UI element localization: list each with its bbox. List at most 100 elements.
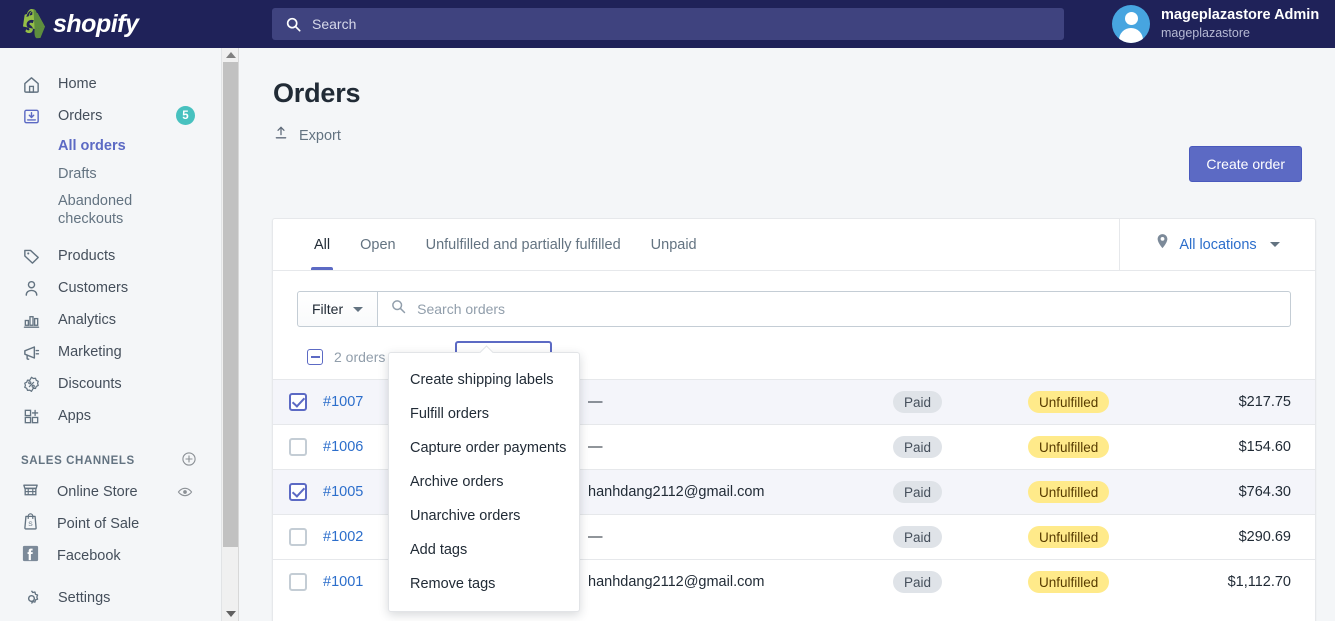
row-checkbox-cell bbox=[273, 393, 323, 411]
sidebar-item-online-store[interactable]: Online Store bbox=[0, 476, 221, 508]
account-menu[interactable]: mageplazastore Admin mageplazastore bbox=[1090, 0, 1335, 48]
fulfillment-status-cell: Unfulfilled bbox=[1028, 571, 1178, 593]
shopify-wordmark: shopify bbox=[53, 9, 139, 38]
scroll-down-arrow-icon[interactable] bbox=[226, 611, 236, 617]
shopify-logo[interactable]: shopify bbox=[0, 0, 240, 48]
actions-menu-item[interactable]: Unarchive orders bbox=[389, 499, 579, 533]
sidebar-item-drafts[interactable]: Drafts bbox=[0, 160, 221, 188]
orders-tabs: All Open Unfulfilled and partially fulfi… bbox=[273, 219, 1119, 270]
status-badge-payment: Paid bbox=[893, 436, 943, 458]
tab-open[interactable]: Open bbox=[345, 219, 410, 270]
create-order-button[interactable]: Create order bbox=[1189, 146, 1302, 182]
sidebar-subitem-label: Drafts bbox=[58, 166, 97, 182]
location-filter-label: All locations bbox=[1179, 236, 1257, 253]
sidebar-item-discounts[interactable]: Discounts bbox=[0, 368, 221, 400]
orders-tabs-row: All Open Unfulfilled and partially fulfi… bbox=[273, 219, 1315, 271]
scrollbar-thumb[interactable] bbox=[223, 62, 238, 547]
search-orders-input[interactable]: Search orders bbox=[378, 291, 1291, 327]
plus-circle-icon[interactable] bbox=[181, 451, 197, 472]
actions-menu-item[interactable]: Add tags bbox=[389, 533, 579, 567]
sidebar-item-facebook[interactable]: Facebook bbox=[0, 540, 221, 572]
status-badge-fulfillment: Unfulfilled bbox=[1028, 571, 1110, 593]
actions-menu-item[interactable]: Create shipping labels bbox=[389, 363, 579, 397]
sidebar-item-analytics[interactable]: Analytics bbox=[0, 304, 221, 336]
actions-menu-item[interactable]: Archive orders bbox=[389, 465, 579, 499]
sidebar-item-customers[interactable]: Customers bbox=[0, 272, 221, 304]
products-tag-icon bbox=[21, 246, 41, 266]
sidebar-scrollbar[interactable] bbox=[222, 48, 239, 621]
user-avatar-icon bbox=[1112, 5, 1150, 43]
sidebar-item-label: Orders bbox=[58, 108, 103, 124]
fulfillment-status-cell: Unfulfilled bbox=[1028, 391, 1178, 413]
sidebar-item-marketing[interactable]: Marketing bbox=[0, 336, 221, 368]
sidebar-item-apps[interactable]: Apps bbox=[0, 400, 221, 432]
status-badge-fulfillment: Unfulfilled bbox=[1028, 436, 1110, 458]
account-name: mageplazastore Admin bbox=[1161, 7, 1320, 24]
order-customer: — bbox=[588, 439, 603, 455]
tab-all[interactable]: All bbox=[299, 219, 345, 270]
sidebar-item-point-of-sale[interactable]: S Point of Sale bbox=[0, 508, 221, 540]
scroll-up-arrow-icon[interactable] bbox=[226, 52, 236, 58]
filter-button[interactable]: Filter bbox=[297, 291, 379, 327]
filter-row: Filter Search orders bbox=[273, 271, 1315, 327]
sidebar-item-all-orders[interactable]: All orders bbox=[0, 132, 221, 160]
sidebar-item-abandoned-checkouts[interactable]: Abandoned checkouts bbox=[0, 188, 221, 232]
tab-label: Open bbox=[360, 236, 396, 253]
order-customer: — bbox=[588, 529, 603, 545]
payment-status-cell: Paid bbox=[893, 571, 1028, 593]
export-button[interactable]: Export bbox=[273, 125, 341, 146]
page-title: Orders bbox=[273, 78, 361, 108]
payment-status-cell: Paid bbox=[893, 436, 1028, 458]
filter-label: Filter bbox=[312, 301, 344, 317]
status-badge-fulfillment: Unfulfilled bbox=[1028, 526, 1110, 548]
global-search-placeholder: Search bbox=[312, 16, 357, 32]
tab-label: Unpaid bbox=[650, 236, 697, 253]
chevron-down-icon bbox=[1269, 242, 1280, 247]
payment-status-cell: Paid bbox=[893, 391, 1028, 413]
order-customer: hanhdang2112@gmail.com bbox=[588, 484, 765, 500]
shopify-bag-logo-icon bbox=[18, 8, 46, 40]
sidebar-item-settings[interactable]: Settings bbox=[0, 582, 221, 614]
order-total: $764.30 bbox=[1238, 484, 1291, 500]
fulfillment-status-cell: Unfulfilled bbox=[1028, 436, 1178, 458]
sidebar-item-products[interactable]: Products bbox=[0, 240, 221, 272]
row-checkbox[interactable] bbox=[289, 483, 307, 501]
sidebar-item-label: Customers bbox=[58, 280, 129, 296]
tab-unfulfilled-partially-fulfilled[interactable]: Unfulfilled and partially fulfilled bbox=[411, 219, 636, 270]
customers-person-icon bbox=[21, 278, 41, 298]
row-checkbox[interactable] bbox=[289, 573, 307, 591]
payment-status-cell: Paid bbox=[893, 481, 1028, 503]
row-checkbox[interactable] bbox=[289, 438, 307, 456]
location-filter-dropdown[interactable]: All locations bbox=[1119, 219, 1315, 270]
fulfillment-status-cell: Unfulfilled bbox=[1028, 526, 1178, 548]
fulfillment-status-cell: Unfulfilled bbox=[1028, 481, 1178, 503]
orders-badge-count: 5 bbox=[176, 106, 195, 125]
sidebar-subitem-label: Abandoned checkouts bbox=[58, 192, 133, 227]
global-search-input[interactable]: Search bbox=[272, 8, 1064, 40]
actions-menu-item[interactable]: Capture order payments bbox=[389, 431, 579, 465]
actions-menu-item[interactable]: Remove tags bbox=[389, 567, 579, 601]
order-total: $217.75 bbox=[1238, 394, 1291, 410]
sidebar-item-home[interactable]: Home bbox=[0, 68, 221, 100]
point-of-sale-icon: S bbox=[21, 512, 40, 536]
discounts-percent-icon bbox=[21, 374, 41, 394]
status-badge-payment: Paid bbox=[893, 391, 943, 413]
minus-checkbox-icon[interactable] bbox=[307, 349, 323, 365]
home-icon bbox=[21, 74, 41, 94]
order-total: $154.60 bbox=[1238, 439, 1291, 455]
sales-channels-header: SALES CHANNELS bbox=[0, 446, 221, 476]
row-checkbox[interactable] bbox=[289, 393, 307, 411]
order-total: $1,112.70 bbox=[1227, 574, 1291, 590]
eye-icon[interactable] bbox=[177, 484, 193, 505]
sidebar-navigation: Home Orders 5 All orders Drafts Abandone… bbox=[0, 48, 222, 621]
sidebar-item-orders[interactable]: Orders 5 bbox=[0, 100, 221, 132]
tab-label: Unfulfilled and partially fulfilled bbox=[425, 236, 621, 253]
sidebar-item-label: Home bbox=[58, 76, 97, 92]
actions-menu-item[interactable]: Fulfill orders bbox=[389, 397, 579, 431]
row-checkbox-cell bbox=[273, 438, 323, 456]
row-checkbox[interactable] bbox=[289, 528, 307, 546]
sidebar-subitem-label: All orders bbox=[58, 138, 126, 154]
sidebar-item-label: Facebook bbox=[57, 548, 121, 564]
tab-unpaid[interactable]: Unpaid bbox=[636, 219, 712, 270]
top-navigation-bar: shopify Search mageplazastore Admin mage… bbox=[0, 0, 1335, 48]
